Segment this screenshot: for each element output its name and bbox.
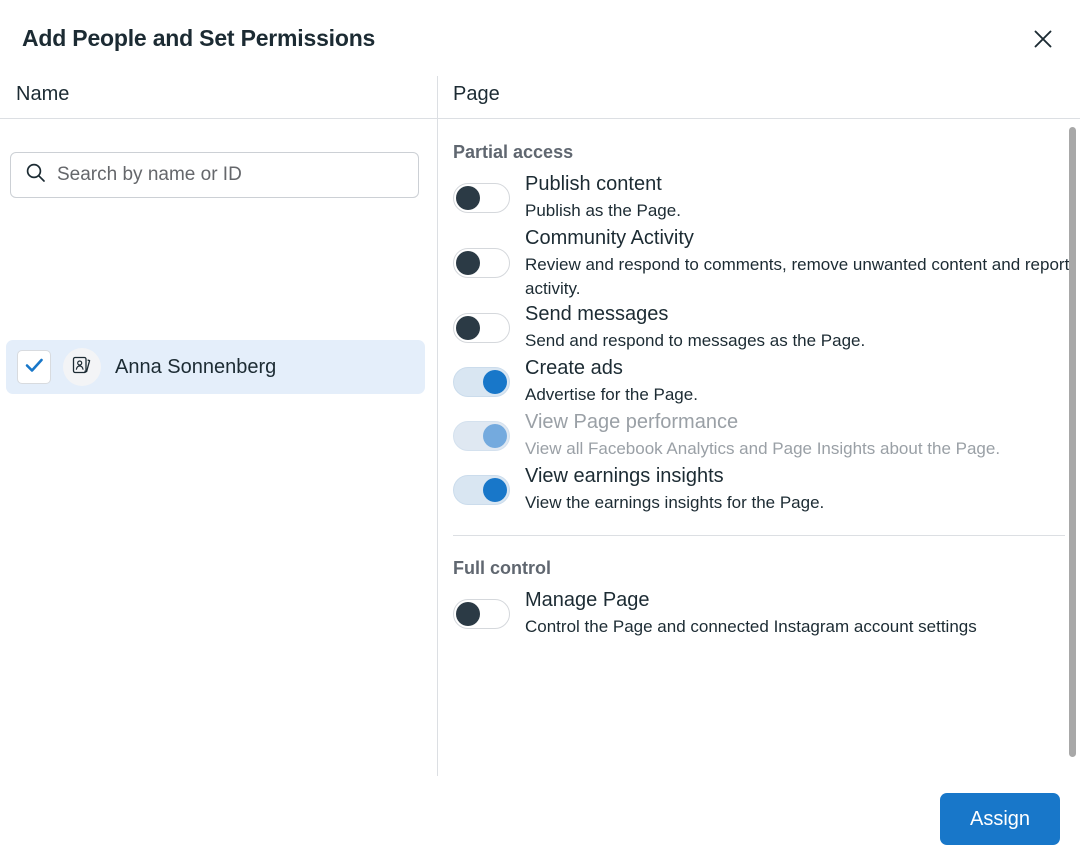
dialog-header: Add People and Set Permissions bbox=[0, 0, 1080, 72]
permission-text: Create ads Advertise for the Page. bbox=[525, 355, 708, 407]
partial-access-list: Publish content Publish as the Page. Com… bbox=[438, 171, 1080, 517]
permission-row-manage-page[interactable]: Manage Page Control the Page and connect… bbox=[438, 587, 1080, 641]
toggle-holder bbox=[453, 301, 510, 355]
column-header-name: Name bbox=[16, 83, 69, 106]
toggle-send-messages[interactable] bbox=[453, 313, 510, 343]
toggle-holder bbox=[453, 587, 510, 641]
section-title-partial-access: Partial access bbox=[453, 142, 1080, 163]
toggle-holder bbox=[453, 171, 510, 225]
toggle-knob bbox=[456, 602, 480, 626]
toggle-knob bbox=[456, 316, 480, 340]
permission-title: Create ads bbox=[525, 355, 698, 381]
toggle-knob bbox=[483, 370, 507, 394]
permissions-scroll-content: Partial access Publish content Publish a… bbox=[438, 119, 1080, 641]
toggle-publish-content[interactable] bbox=[453, 183, 510, 213]
section-separator bbox=[453, 535, 1065, 536]
people-panel: Anna Sonnenberg bbox=[0, 119, 437, 776]
full-control-list: Manage Page Control the Page and connect… bbox=[438, 587, 1080, 641]
toggle-holder bbox=[453, 463, 510, 517]
column-header-page: Page bbox=[453, 83, 500, 106]
permissions-panel: Partial access Publish content Publish a… bbox=[438, 119, 1080, 776]
contact-card-icon bbox=[71, 354, 93, 381]
permission-title: Community Activity bbox=[525, 225, 1070, 251]
close-icon bbox=[1033, 29, 1053, 49]
permission-description: View the earnings insights for the Page. bbox=[525, 491, 824, 515]
check-icon bbox=[23, 354, 45, 381]
permission-text: Community Activity Review and respond to… bbox=[525, 225, 1080, 301]
header-vertical-divider bbox=[437, 76, 438, 118]
close-button[interactable] bbox=[1028, 24, 1058, 54]
toggle-manage-page[interactable] bbox=[453, 599, 510, 629]
permission-title: Send messages bbox=[525, 301, 865, 327]
permission-description: Review and respond to comments, remove u… bbox=[525, 253, 1070, 301]
permission-row-publish-content[interactable]: Publish content Publish as the Page. bbox=[438, 171, 1080, 225]
permission-text: Manage Page Control the Page and connect… bbox=[525, 587, 987, 639]
scrollbar-thumb[interactable] bbox=[1069, 127, 1076, 757]
permission-title: View earnings insights bbox=[525, 463, 824, 489]
toggle-holder bbox=[453, 409, 510, 463]
permission-row-view-earnings-insights[interactable]: View earnings insights View the earnings… bbox=[438, 463, 1080, 517]
toggle-holder bbox=[453, 355, 510, 409]
permission-description: View all Facebook Analytics and Page Ins… bbox=[525, 437, 1000, 461]
permission-row-create-ads[interactable]: Create ads Advertise for the Page. bbox=[438, 355, 1080, 409]
permission-text: View earnings insights View the earnings… bbox=[525, 463, 834, 515]
page-title: Add People and Set Permissions bbox=[22, 25, 375, 52]
person-name: Anna Sonnenberg bbox=[115, 356, 276, 379]
avatar bbox=[63, 348, 101, 386]
search-input[interactable] bbox=[57, 164, 404, 186]
permission-row-send-messages[interactable]: Send messages Send and respond to messag… bbox=[438, 301, 1080, 355]
permission-title: View Page performance bbox=[525, 409, 1000, 435]
toggle-view-page-performance[interactable] bbox=[453, 421, 510, 451]
permission-text: Send messages Send and respond to messag… bbox=[525, 301, 875, 353]
dialog-footer: Assign bbox=[0, 776, 1080, 863]
toggle-community-activity[interactable] bbox=[453, 248, 510, 278]
toggle-view-earnings-insights[interactable] bbox=[453, 475, 510, 505]
assign-button[interactable]: Assign bbox=[940, 793, 1060, 845]
permissions-scrollbar[interactable] bbox=[1067, 119, 1077, 776]
permission-title: Manage Page bbox=[525, 587, 977, 613]
person-checkbox[interactable] bbox=[17, 350, 51, 384]
search-icon bbox=[25, 162, 46, 188]
permission-row-community-activity[interactable]: Community Activity Review and respond to… bbox=[438, 225, 1080, 301]
toggle-knob bbox=[483, 424, 507, 448]
toggle-knob bbox=[483, 478, 507, 502]
permission-description: Publish as the Page. bbox=[525, 199, 681, 223]
permission-title: Publish content bbox=[525, 171, 681, 197]
permission-description: Advertise for the Page. bbox=[525, 383, 698, 407]
toggle-knob bbox=[456, 251, 480, 275]
permission-row-view-page-performance[interactable]: View Page performance View all Facebook … bbox=[438, 409, 1080, 463]
list-item[interactable]: Anna Sonnenberg bbox=[6, 340, 425, 394]
toggle-create-ads[interactable] bbox=[453, 367, 510, 397]
section-title-full-control: Full control bbox=[453, 558, 1080, 579]
permission-text: View Page performance View all Facebook … bbox=[525, 409, 1010, 461]
add-people-permissions-dialog: Add People and Set Permissions Name Page bbox=[0, 0, 1080, 863]
permission-description: Send and respond to messages as the Page… bbox=[525, 329, 865, 353]
toggle-holder bbox=[453, 225, 510, 301]
toggle-knob bbox=[456, 186, 480, 210]
permission-text: Publish content Publish as the Page. bbox=[525, 171, 691, 223]
permission-description: Control the Page and connected Instagram… bbox=[525, 615, 977, 639]
column-headers: Name Page bbox=[0, 72, 1080, 119]
search-field[interactable] bbox=[10, 152, 419, 198]
